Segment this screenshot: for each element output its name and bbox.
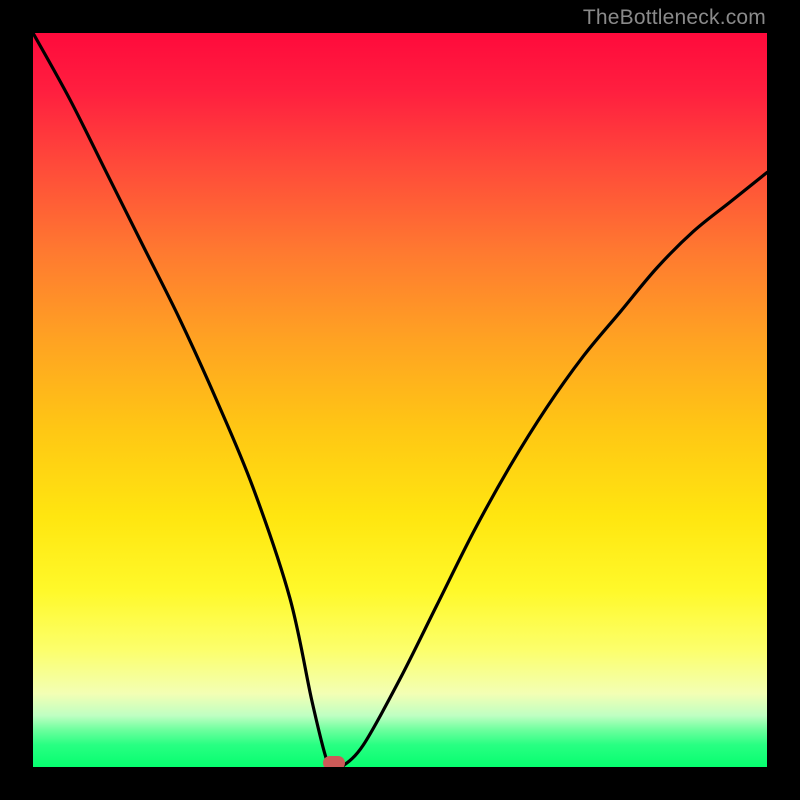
chart-frame: TheBottleneck.com [0, 0, 800, 800]
curve-svg [33, 33, 767, 767]
optimal-point-marker [323, 756, 345, 767]
watermark-text: TheBottleneck.com [583, 6, 766, 30]
bottleneck-curve-path [33, 33, 767, 767]
plot-area [33, 33, 767, 767]
